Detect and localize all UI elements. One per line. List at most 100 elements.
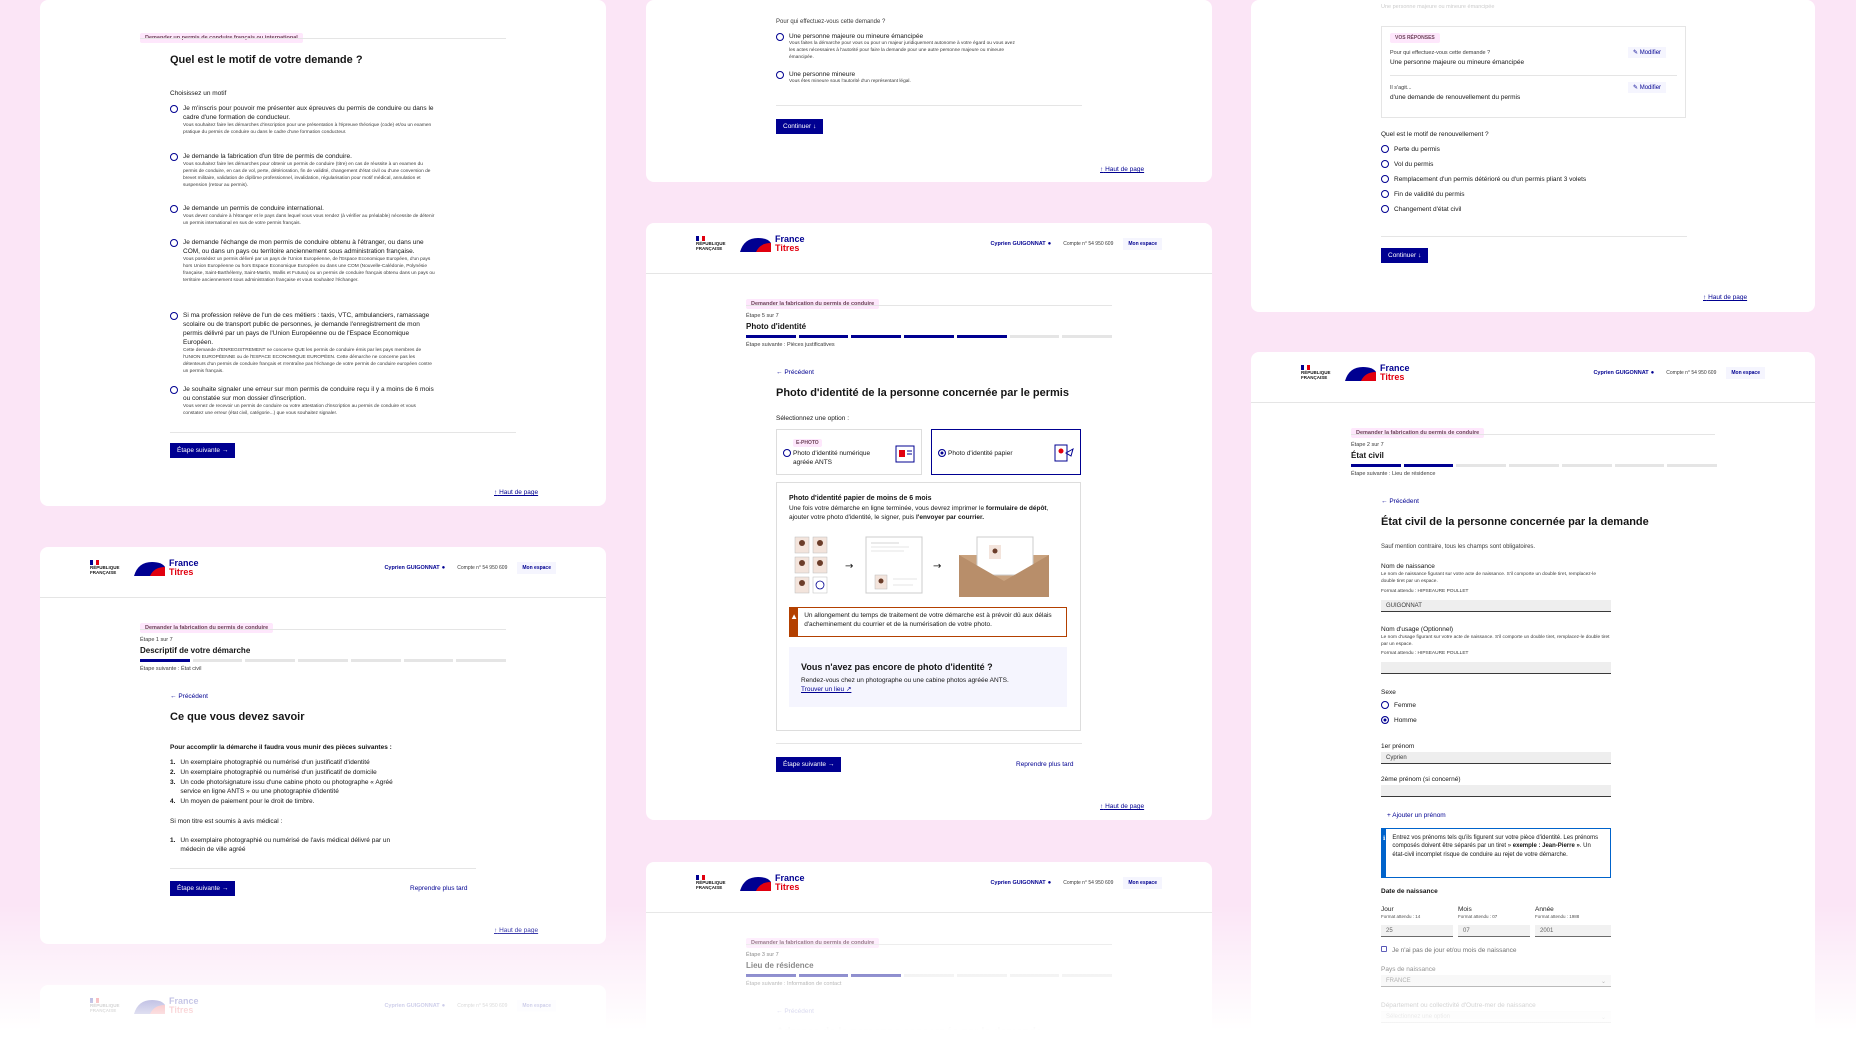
renewal-option[interactable]: Vol du permis [1381,160,1681,169]
user-name[interactable]: Cyprien GUIGONNAT [990,241,1045,247]
resume-later-button[interactable]: Reprendre plus tard [410,885,467,892]
motif-option-label: Si ma profession relève de l'un de ces m… [183,312,430,347]
motif-radio[interactable] [170,386,178,394]
pour-qui-option-desc: Vous êtes mineure sous l'autorité d'un r… [789,79,911,85]
birth-department-select[interactable]: Sélectionnez une option ⌄ [1381,1011,1611,1023]
card-etat-civil: RÉPUBLIQUE FRANÇAISE France Titres Cyprien… [1251,352,1815,1044]
checkbox-no-day[interactable] [1381,946,1387,952]
sex-option-homme[interactable]: Homme [1381,716,1417,725]
radio-femme[interactable] [1381,701,1389,709]
next-step-button[interactable]: Étape suivante → [170,881,236,896]
renewal-radio[interactable] [1381,175,1389,184]
renewal-radio[interactable] [1381,145,1389,153]
sex-option-femme[interactable]: Femme [1381,701,1416,710]
arrow-up-icon: ↑ [1703,294,1707,301]
mon-espace-button[interactable]: Mon espace [517,1000,556,1012]
previous-link[interactable]: ← Précédent [776,369,814,376]
user-name[interactable]: Cyprien GUIGONNAT [384,565,439,571]
motif-radio[interactable] [170,105,178,113]
pour-qui-option[interactable]: Une personne majeure ou mineure émancipé… [776,32,1016,62]
pour-qui-option[interactable]: Une personne mineure Vous êtes mineure so… [776,70,1016,86]
renewal-radio[interactable] [1381,160,1389,169]
continue-button[interactable]: Continuer ↓ [1381,248,1429,263]
motif-option[interactable]: Je souhaite signaler une erreur sur mon … [170,385,436,418]
motif-option-desc: Vous venez de recevoir un permis de cond… [183,404,416,417]
previous-link[interactable]: ← Précédent [170,693,208,700]
back-to-top-link[interactable]: ↑ Haut de page [1100,803,1144,810]
france-titres-logo[interactable]: France Titres [738,874,805,892]
mon-espace-button[interactable]: Mon espace [1726,367,1765,379]
find-location-link[interactable]: Trouver un lieu ↗ [801,685,851,693]
previous-link[interactable]: ← Précédent [776,1008,814,1015]
back-to-top-link[interactable]: ↑ Haut de page [1703,294,1747,301]
renewal-radio[interactable] [1381,205,1389,214]
step-counter: Étape 2 sur 7 [1351,442,1384,448]
france-titres-logo[interactable]: France Titres [738,235,805,253]
page-tag: Demander la fabrication du permis de con… [1351,428,1485,438]
month-input[interactable]: 07 [1458,925,1530,937]
resume-later-button[interactable]: Reprendre plus tard [1016,761,1073,768]
continue-button[interactable]: Continuer ↓ [776,119,824,134]
no-photo-callout: Vous n'avez pas encore de photo d'identi… [789,647,1067,707]
pour-qui-radio[interactable] [776,71,784,79]
renewal-option[interactable]: Fin de validité du permis [1381,190,1681,199]
mon-espace-button[interactable]: Mon espace [1123,877,1162,889]
first-name-input[interactable]: Cyprien [1381,752,1611,764]
add-first-name-button[interactable]: + Ajouter un prénom [1387,811,1446,820]
next-step-button[interactable]: Étape suivante → [170,443,236,458]
motif-radio[interactable] [170,239,178,247]
day-input[interactable]: 25 [1381,925,1453,937]
document-item: 3. Un code photo/signature issu d'une cab… [170,778,410,796]
renewal-option[interactable]: Remplacement d'un permis détérioré ou d'… [1381,175,1681,184]
item-number: 4. [170,798,176,806]
motif-option[interactable]: Je m'inscris pour pouvoir me présenter a… [170,104,436,137]
back-to-top-link[interactable]: ↑ Haut de page [494,489,538,496]
renewal-radio[interactable] [1381,190,1389,199]
answers-summary: VOS RÉPONSES Pour qui effectuez-vous cet… [1381,26,1686,118]
modify-answer-1[interactable]: ✎ Modifier [1628,47,1667,58]
renewal-option[interactable]: Changement d'état civil [1381,205,1681,214]
user-name[interactable]: Cyprien GUIGONNAT [384,1003,439,1009]
radio-paper[interactable] [938,449,946,457]
year-input[interactable]: 2001 [1535,925,1611,937]
option-paper[interactable]: Photo d'identité papier [931,429,1081,475]
birth-name-input[interactable]: GUIGONNAT [1381,600,1611,612]
france-titres-logo[interactable]: France Titres [132,559,199,577]
motif-option[interactable]: Je demande un permis de conduire interna… [170,204,436,228]
motif-radio[interactable] [170,153,178,161]
motif-option[interactable]: Je demande la fabrication d'un titre de … [170,152,436,190]
page-tag: Demander la fabrication du permis de con… [140,623,274,633]
option-ephoto[interactable]: E-PHOTO Photo d'identité numérique agréé… [776,429,922,475]
next-step-button[interactable]: Étape suivante → [776,757,842,772]
intro-text: Pour accomplir la démarche il faudra vou… [170,744,392,751]
paper-photo-panel: Photo d'identité papier de moins de 6 mo… [776,482,1081,731]
usage-name-hint: Le nom d'usage figurant sur votre acte d… [1381,635,1610,647]
france-titres-logo[interactable]: France Titres [132,997,199,1015]
mon-espace-button[interactable]: Mon espace [517,562,556,574]
previous-link[interactable]: ← Précédent [1381,498,1419,505]
back-to-top-link[interactable]: ↑ Haut de page [494,927,538,934]
motif-radio[interactable] [170,205,178,213]
birth-country-select[interactable]: FRANCE ⌄ [1381,975,1611,987]
back-to-top-link[interactable]: ↑ Haut de page [1100,166,1144,173]
radio-homme[interactable] [1381,716,1389,724]
renewal-options: Perte du permis Vol du permis Remplacement… [1381,145,1681,220]
motif-option[interactable]: Si ma profession relève de l'un de ces m… [170,311,436,376]
mon-espace-button[interactable]: Mon espace [1123,238,1162,250]
user-name[interactable]: Cyprien GUIGONNAT [1593,370,1648,376]
usage-name-input[interactable] [1381,662,1611,674]
user-name[interactable]: Cyprien GUIGONNAT [990,880,1045,886]
renewal-option[interactable]: Perte du permis [1381,145,1681,154]
modify-answer-2[interactable]: ✎ Modifier [1628,82,1667,93]
second-name-input[interactable] [1381,785,1611,797]
motif-radio[interactable] [170,312,178,320]
pour-qui-option-desc: Vous faites la démarche pour vous ou pou… [789,41,1015,60]
option-prompt: Sélectionnez une option : [776,415,849,422]
item-text: Un code photo/signature issu d'une cabin… [180,779,393,796]
france-titres-logo[interactable]: France Titres [1343,364,1410,382]
pour-qui-radio[interactable] [776,33,784,41]
no-day-checkbox[interactable]: Je n'ai pas de jour et/ou mois de naissa… [1381,946,1516,955]
radio-ephoto[interactable] [783,449,791,457]
motif-option[interactable]: Je demande l'échange de mon permis de co… [170,238,436,285]
republique-francaise-logo: RÉPUBLIQUE FRANÇAISE [696,236,728,252]
